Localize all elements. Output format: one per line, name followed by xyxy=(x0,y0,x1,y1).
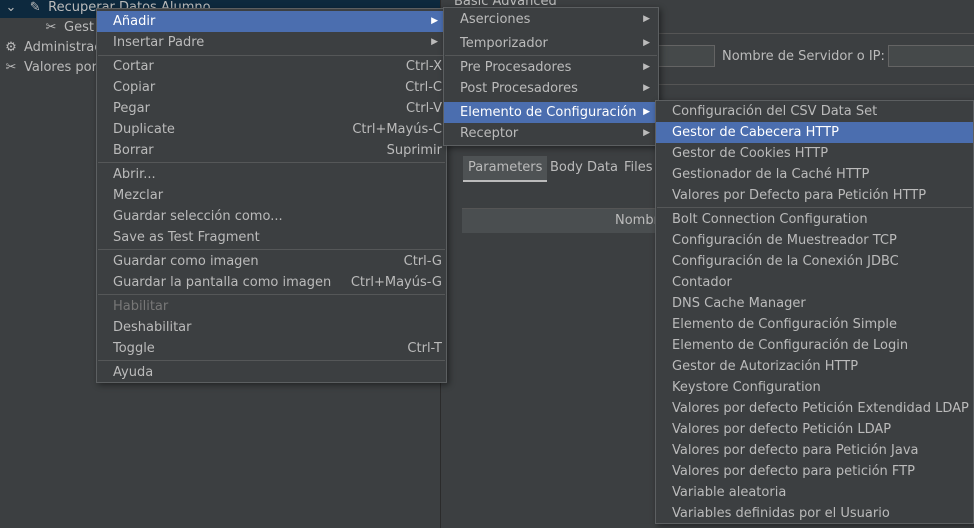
config-item[interactable]: Elemento de Configuración Simple xyxy=(656,314,973,335)
submenu-arrow-icon: ▶ xyxy=(643,128,650,138)
menu-item-save-test-fragment[interactable]: Save as Test Fragment xyxy=(97,227,446,248)
column-header-nombre[interactable]: Nombr xyxy=(615,213,659,228)
config-item[interactable]: Gestor de Autorización HTTP xyxy=(656,356,973,377)
menu-item-anadir[interactable]: Añadir ▶ xyxy=(97,11,446,32)
protocol-field[interactable] xyxy=(655,45,715,67)
config-item[interactable]: Variable aleatoria xyxy=(656,482,973,503)
tree-item-label: Valores por xyxy=(24,60,97,75)
submenu-item-pre-procesadores[interactable]: Pre Procesadores ▶ xyxy=(444,57,658,78)
config-item[interactable]: Valores por defecto para Petición Java xyxy=(656,440,973,461)
menu-item-copiar[interactable]: Copiar Ctrl-C xyxy=(97,77,446,98)
submenu-item-aserciones[interactable]: Aserciones ▶ xyxy=(444,9,658,30)
config-item[interactable]: Configuración del CSV Data Set xyxy=(656,101,973,122)
tree-item-administrador[interactable]: ⚙ Administrac xyxy=(2,38,101,58)
tools-icon: ✂ xyxy=(5,60,17,75)
submenu-arrow-icon: ▶ xyxy=(643,38,650,48)
submenu-arrow-icon: ▶ xyxy=(643,83,650,93)
server-label: Nombre de Servidor o IP: xyxy=(722,49,885,64)
config-item[interactable]: Valores por defecto Petición Extendidad … xyxy=(656,398,973,419)
add-submenu: Aserciones ▶ Temporizador ▶ Pre Procesador… xyxy=(443,7,659,146)
config-item[interactable]: Configuración de Muestreador TCP xyxy=(656,230,973,251)
config-item[interactable]: Contador xyxy=(656,272,973,293)
tree-item-valores[interactable]: ✂ Valores por xyxy=(2,58,97,78)
menu-item-habilitar: Habilitar xyxy=(113,299,169,314)
menu-separator xyxy=(98,360,445,361)
menu-item-deshabilitar[interactable]: Deshabilitar xyxy=(97,317,446,338)
config-item[interactable]: DNS Cache Manager xyxy=(656,293,973,314)
gear-icon: ⚙ xyxy=(5,40,17,55)
submenu-item-receptor[interactable]: Receptor ▶ xyxy=(444,123,658,144)
menu-separator xyxy=(98,162,445,163)
context-menu: Añadir ▶ Insertar Padre ▶ Cortar Ctrl-X Cop… xyxy=(96,8,447,383)
config-item[interactable]: Gestor de Cookies HTTP xyxy=(656,143,973,164)
menu-item-pegar[interactable]: Pegar Ctrl-V xyxy=(97,98,446,119)
config-item[interactable]: Bolt Connection Configuration xyxy=(656,209,973,230)
tab-files[interactable]: Files xyxy=(619,156,658,180)
menu-separator xyxy=(98,249,445,250)
menu-item-abrir[interactable]: Abrir... xyxy=(97,164,446,185)
submenu-item-temporizador[interactable]: Temporizador ▶ xyxy=(444,33,658,54)
menu-separator xyxy=(657,207,972,208)
tree-item-label: Administrac xyxy=(24,40,102,55)
menu-separator xyxy=(445,55,657,56)
menu-item-ayuda[interactable]: Ayuda xyxy=(97,362,446,383)
config-item-gestor-cabecera-http[interactable]: Gestor de Cabecera HTTP xyxy=(656,122,973,143)
menu-item-toggle[interactable]: Toggle Ctrl-T xyxy=(97,338,446,359)
submenu-arrow-icon: ▶ xyxy=(431,37,438,47)
config-item[interactable]: Gestionador de la Caché HTTP xyxy=(656,164,973,185)
submenu-item-elemento-configuracion[interactable]: Elemento de Configuración ▶ xyxy=(444,102,658,123)
menu-item-guardar-pantalla[interactable]: Guardar la pantalla como imagen Ctrl+Mayú… xyxy=(97,272,446,293)
menu-item-guardar-imagen[interactable]: Guardar como imagen Ctrl-G xyxy=(97,251,446,272)
menu-item-insertar-padre[interactable]: Insertar Padre ▶ xyxy=(97,32,446,53)
config-item[interactable]: Configuración de la Conexión JDBC xyxy=(656,251,973,272)
menu-separator xyxy=(98,294,445,295)
config-item[interactable]: Keystore Configuration xyxy=(656,377,973,398)
config-item[interactable]: Elemento de Configuración de Login xyxy=(656,335,973,356)
menu-item-mezclar[interactable]: Mezclar xyxy=(97,185,446,206)
tree-item-label: Gest xyxy=(64,20,94,35)
submenu-item-post-procesadores[interactable]: Post Procesadores ▶ xyxy=(444,78,658,99)
tools-icon: ✂ xyxy=(45,20,57,35)
tab-parameters[interactable]: Parameters xyxy=(463,156,548,182)
server-field[interactable] xyxy=(888,45,974,67)
config-item[interactable]: Valores por Defecto para Petición HTTP xyxy=(656,185,973,206)
menu-item-borrar[interactable]: Borrar Suprimir xyxy=(97,140,446,161)
submenu-arrow-icon: ▶ xyxy=(643,107,650,117)
expand-chevron-icon[interactable]: ⌄ xyxy=(0,0,22,18)
tree-item-gestor[interactable]: ✂ Gest xyxy=(42,18,94,38)
submenu-arrow-icon: ▶ xyxy=(643,62,650,72)
menu-item-duplicate[interactable]: Duplicate Ctrl+Mayús-C xyxy=(97,119,446,140)
config-item[interactable]: Valores por defecto Petición LDAP xyxy=(656,419,973,440)
submenu-arrow-icon: ▶ xyxy=(431,16,438,26)
menu-item-cortar[interactable]: Cortar Ctrl-X xyxy=(97,56,446,77)
config-item[interactable]: Valores por defecto para petición FTP xyxy=(656,461,973,482)
menu-item-guardar-seleccion[interactable]: Guardar selección como... xyxy=(97,206,446,227)
tab-body-data[interactable]: Body Data xyxy=(545,156,623,180)
config-element-submenu: Configuración del CSV Data Set Gestor de… xyxy=(655,100,974,524)
pencil-icon: ✎ xyxy=(29,0,41,15)
config-item[interactable]: Variables definidas por el Usuario xyxy=(656,503,973,524)
submenu-arrow-icon: ▶ xyxy=(643,14,650,24)
